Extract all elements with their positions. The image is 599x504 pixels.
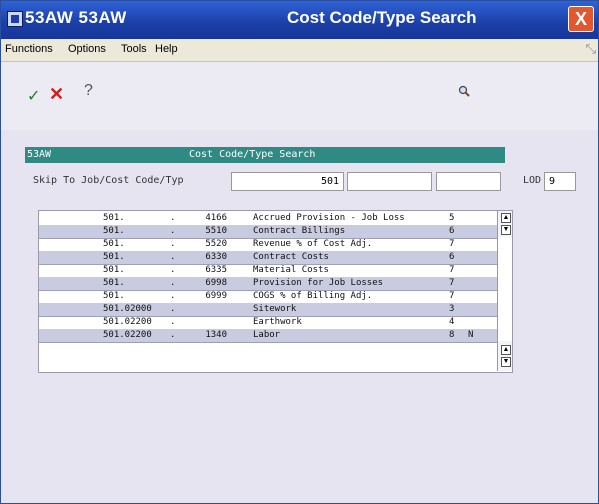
table-row[interactable]: 501.. 6999 COGS % of Billing Adj. 7 xyxy=(39,290,497,304)
app-icon xyxy=(7,11,23,27)
cell-description: Earthwork xyxy=(253,317,302,327)
scrollbar-bottom[interactable]: ▲ ▼ xyxy=(497,341,512,371)
cell-lod: 4 xyxy=(449,317,455,327)
cell-job: 501. xyxy=(103,252,125,262)
cell-job: 501.02000 xyxy=(103,304,152,314)
cell-description: COGS % of Billing Adj. xyxy=(253,291,373,301)
cell-lod: 8 xyxy=(449,330,455,340)
close-button[interactable]: X xyxy=(568,6,594,32)
cell-cost-code: 6330 xyxy=(205,252,227,262)
cell-description: Provision for Job Losses xyxy=(253,278,384,288)
help-button[interactable]: ? xyxy=(84,82,93,100)
menu-options[interactable]: Options xyxy=(68,43,106,55)
menu-tools[interactable]: Tools xyxy=(121,43,147,55)
results-grid: 501.. 4166 Accrued Provision - Job Loss 5 50… xyxy=(38,210,513,373)
skip-to-label: Skip To Job/Cost Code/Typ xyxy=(33,175,184,186)
form-header-id: 53AW xyxy=(27,149,52,160)
scroll-down-icon[interactable]: ▼ xyxy=(501,225,511,235)
cell-lod: 7 xyxy=(449,265,455,275)
cell-lod: 5 xyxy=(449,213,455,223)
cell-job: 501. xyxy=(103,239,125,249)
cell-description: Sitework xyxy=(253,304,297,314)
checkmark-icon[interactable]: ✓ xyxy=(27,86,40,106)
table-row[interactable]: 501.. 5510 Contract Billings 6 xyxy=(39,225,497,239)
resize-grip-icon: ⤡ xyxy=(585,41,596,56)
cell-cost-code: 6998 xyxy=(205,278,227,288)
cell-job: 501. xyxy=(103,226,125,236)
search-icon[interactable] xyxy=(458,85,470,97)
scrollbar-top[interactable]: ▲ ▼ xyxy=(497,211,512,237)
skip-to-cost-code-input[interactable] xyxy=(347,172,432,191)
cell-cost-code: 1340 xyxy=(205,330,227,340)
skip-to-job-input[interactable] xyxy=(231,172,344,191)
cell-separator: . xyxy=(170,304,176,314)
search-form: 53AW Cost Code/Type Search Skip To Job/C… xyxy=(1,130,598,503)
cell-lod: 7 xyxy=(449,291,455,301)
lod-label: LOD xyxy=(523,175,542,186)
table-row[interactable]: 501.. 6335 Material Costs 7 xyxy=(39,264,497,278)
table-row[interactable]: 501.02000. Sitework 3 xyxy=(39,303,497,317)
title-bar[interactable]: 53AW 53AW Cost Code/Type Search X xyxy=(1,1,598,39)
table-row[interactable]: 501.. 6330 Contract Costs 6 xyxy=(39,251,497,265)
cell-description: Contract Billings xyxy=(253,226,346,236)
cell-description: Material Costs xyxy=(253,265,329,275)
skip-to-type-input[interactable] xyxy=(436,172,501,191)
cell-separator: . xyxy=(170,252,176,262)
cell-flag: N xyxy=(468,330,474,340)
menu-help[interactable]: Help xyxy=(155,43,178,55)
cell-lod: 7 xyxy=(449,278,455,288)
cell-job: 501. xyxy=(103,265,125,275)
scroll-up-icon[interactable]: ▲ xyxy=(501,213,511,223)
cell-cost-code: 5520 xyxy=(205,239,227,249)
cell-separator: . xyxy=(170,317,176,327)
scrollbar-track[interactable] xyxy=(497,237,512,341)
cell-separator: . xyxy=(170,213,176,223)
menu-bar: Functions Options Tools Help ⤡ xyxy=(1,39,598,62)
scroll-up-icon[interactable]: ▲ xyxy=(501,345,511,355)
cancel-icon[interactable]: ✕ xyxy=(49,84,64,105)
cell-job: 501. xyxy=(103,291,125,301)
cell-cost-code: 5510 xyxy=(205,226,227,236)
form-header-title: Cost Code/Type Search xyxy=(189,149,316,160)
cell-separator: . xyxy=(170,291,176,301)
form-header: 53AW Cost Code/Type Search xyxy=(25,147,505,163)
app-window: 53AW 53AW Cost Code/Type Search X Functi… xyxy=(0,0,599,504)
cell-job: 501.02200 xyxy=(103,330,152,340)
cell-job: 501. xyxy=(103,213,125,223)
table-row[interactable]: 501.. 4166 Accrued Provision - Job Loss 5 xyxy=(39,212,497,226)
cell-description: Accrued Provision - Job Loss xyxy=(253,213,405,223)
toolbar: ✓ ✕ ? xyxy=(1,62,598,130)
table-row[interactable]: 501.02200. Earthwork 4 xyxy=(39,316,497,330)
table-row[interactable]: 501.. 5520 Revenue % of Cost Adj. 7 xyxy=(39,238,497,252)
lod-input[interactable] xyxy=(544,172,576,191)
cell-cost-code: 4166 xyxy=(205,213,227,223)
cell-description: Labor xyxy=(253,330,281,340)
window-title-left: 53AW 53AW xyxy=(25,8,127,27)
cell-separator: . xyxy=(170,330,176,340)
cell-cost-code: 6999 xyxy=(205,291,227,301)
cell-separator: . xyxy=(170,278,176,288)
cell-separator: . xyxy=(170,226,176,236)
cell-description: Revenue % of Cost Adj. xyxy=(253,239,373,249)
cell-lod: 7 xyxy=(449,239,455,249)
cell-description: Contract Costs xyxy=(253,252,329,262)
table-row[interactable]: 501.. 6998 Provision for Job Losses 7 xyxy=(39,277,497,291)
table-row[interactable]: 501.02200. 1340 Labor 8 N xyxy=(39,329,497,343)
menu-functions[interactable]: Functions xyxy=(5,43,53,55)
cell-job: 501.02200 xyxy=(103,317,152,327)
cell-lod: 3 xyxy=(449,304,455,314)
cell-job: 501. xyxy=(103,278,125,288)
scroll-down-icon[interactable]: ▼ xyxy=(501,357,511,367)
cell-cost-code: 6335 xyxy=(205,265,227,275)
cell-separator: . xyxy=(170,239,176,249)
cell-lod: 6 xyxy=(449,226,455,236)
cell-separator: . xyxy=(170,265,176,275)
window-title: Cost Code/Type Search xyxy=(287,8,477,27)
cell-lod: 6 xyxy=(449,252,455,262)
